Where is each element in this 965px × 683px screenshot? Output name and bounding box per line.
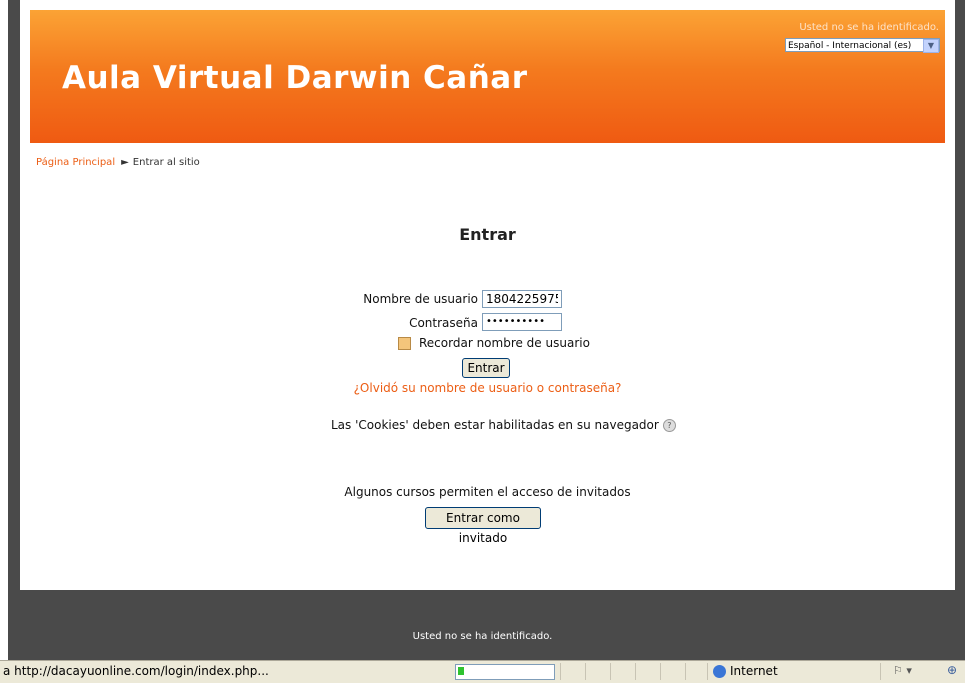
remember-username-label: Recordar nombre de usuario (419, 336, 590, 350)
status-divider (880, 663, 881, 680)
username-input[interactable] (482, 290, 562, 308)
chevron-down-icon[interactable]: ▼ (923, 39, 939, 53)
login-heading: Entrar (459, 225, 516, 244)
zoom-icon[interactable]: ⊕ (947, 663, 957, 677)
browser-status-bar: a http://dacayuonline.com/login/index.ph… (0, 660, 965, 683)
page-content: Aula Virtual Darwin Cañar Usted no se ha… (20, 0, 955, 590)
status-divider (685, 663, 686, 680)
guest-login-button[interactable]: Entrar como invitado (425, 507, 541, 545)
site-title[interactable]: Aula Virtual Darwin Cañar (62, 60, 528, 96)
breadcrumb-separator-icon: ► (121, 157, 129, 168)
guests-note: Algunos cursos permiten el acceso de inv… (344, 485, 631, 499)
status-divider (560, 663, 561, 680)
breadcrumb: Página Principal ► Entrar al sitio (36, 157, 200, 168)
security-zone-label: Internet (730, 664, 778, 678)
progress-fill (458, 667, 464, 675)
security-zone[interactable]: Internet (713, 664, 778, 678)
browser-viewport: Aula Virtual Darwin Cañar Usted no se ha… (0, 0, 965, 660)
cookies-note: Las 'Cookies' deben estar habilitadas en… (331, 418, 676, 432)
protected-mode-icon[interactable]: ⚐ ▾ (893, 664, 912, 677)
login-button[interactable]: Entrar (462, 358, 510, 378)
globe-icon (713, 665, 726, 678)
status-url: a http://dacayuonline.com/login/index.ph… (3, 664, 269, 678)
cookies-note-text: Las 'Cookies' deben estar habilitadas en… (331, 418, 659, 432)
status-divider (707, 663, 708, 680)
forgot-password-link[interactable]: ¿Olvidó su nombre de usuario o contraseñ… (20, 381, 955, 395)
breadcrumb-home-link[interactable]: Página Principal (36, 157, 115, 168)
password-label: Contraseña (409, 316, 478, 330)
status-divider (635, 663, 636, 680)
site-header: Aula Virtual Darwin Cañar Usted no se ha… (30, 10, 945, 143)
help-icon[interactable]: ? (662, 419, 676, 432)
password-input[interactable]: •••••••••• (482, 313, 562, 331)
window-edge (0, 0, 8, 660)
status-divider (660, 663, 661, 680)
status-divider (610, 663, 611, 680)
language-selected-value: Español - Internacional (es) (788, 41, 912, 51)
remember-username-checkbox[interactable] (398, 337, 411, 350)
page-load-progress-bar (455, 664, 555, 680)
breadcrumb-current: Entrar al sitio (132, 157, 200, 168)
footer-login-status: Usted no se ha identificado. (412, 631, 553, 642)
username-label: Nombre de usuario (363, 292, 478, 306)
header-login-status: Usted no se ha identificado. (799, 22, 939, 33)
language-select[interactable]: Español - Internacional (es) ▼ (785, 38, 940, 53)
status-divider (585, 663, 586, 680)
